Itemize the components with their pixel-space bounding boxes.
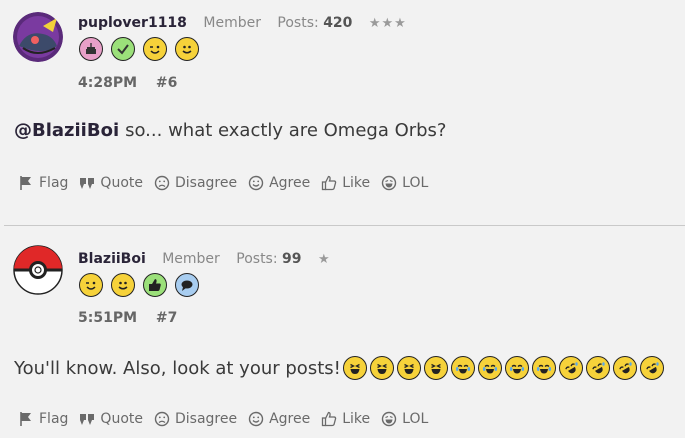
rolling-laugh-emoji-icon (639, 356, 664, 380)
quote-icon (80, 178, 95, 189)
user-role: Member (162, 251, 220, 267)
post-body: You'll know. Also, look at your posts! (14, 356, 664, 380)
quote-action[interactable]: Quote (79, 411, 143, 427)
posts-label: Posts: (277, 15, 319, 31)
agree-action[interactable]: Agree (248, 411, 310, 427)
thumbs-up-icon (322, 175, 337, 191)
disagree-action[interactable]: Disagree (154, 411, 237, 427)
like-action[interactable]: Like (321, 411, 370, 427)
post-count: 99 (282, 251, 302, 267)
flag-label: Flag (39, 411, 69, 427)
like-label: Like (342, 175, 371, 191)
speech-bubble-badge-icon[interactable] (175, 273, 199, 297)
post-actions: Flag Quote Disagree Agree Like LOL (18, 175, 439, 191)
smile-icon (248, 175, 264, 191)
post-stamp: 5:51PM #7 (78, 310, 177, 326)
rank-stars: ★ (317, 252, 331, 267)
quote-label: Quote (100, 175, 143, 191)
squint-laugh-emoji-icon (396, 356, 421, 380)
username[interactable]: BlaziiBoi (78, 251, 146, 267)
birthday-cake-badge-icon[interactable] (79, 37, 103, 61)
avatar[interactable] (13, 245, 63, 295)
flag-icon (20, 412, 31, 426)
rolling-laugh-emoji-icon (612, 356, 637, 380)
laugh-icon (381, 411, 397, 427)
user-meta: BlaziiBoi Member Posts: 99 ★ (78, 251, 331, 267)
tears-of-joy-emoji-icon (450, 356, 475, 380)
flag-action[interactable]: Flag (18, 175, 68, 191)
tears-of-joy-emoji-icon (504, 356, 529, 380)
wink-badge-icon[interactable] (143, 37, 167, 61)
squint-laugh-emoji-icon (369, 356, 394, 380)
pokeball-icon (13, 245, 63, 295)
post-stamp: 4:28PM #6 (78, 75, 177, 91)
smile-badge-icon[interactable] (111, 273, 135, 297)
flag-icon (20, 176, 31, 190)
wink-badge-icon[interactable] (79, 273, 103, 297)
quote-label: Quote (100, 411, 143, 427)
emoji-row (342, 356, 664, 380)
agree-action[interactable]: Agree (248, 175, 310, 191)
post-time[interactable]: 5:51PM (78, 310, 137, 326)
post-number[interactable]: #6 (156, 75, 177, 91)
rolling-laugh-emoji-icon (558, 356, 583, 380)
avatar[interactable] (13, 12, 63, 62)
mention-link[interactable]: @BlaziiBoi (14, 120, 119, 141)
laugh-icon (381, 175, 397, 191)
thumbs-up-badge-icon[interactable] (143, 273, 167, 297)
disagree-label: Disagree (174, 175, 238, 191)
like-action[interactable]: Like (321, 175, 370, 191)
lol-action[interactable]: LOL (381, 411, 428, 427)
squint-laugh-emoji-icon (423, 356, 448, 380)
check-badge-icon[interactable] (111, 37, 135, 61)
badge-row (79, 37, 199, 61)
rank-stars: ★★★ (368, 16, 407, 31)
flag-action[interactable]: Flag (18, 411, 68, 427)
quote-icon (80, 414, 95, 425)
quote-action[interactable]: Quote (79, 175, 143, 191)
smile-icon (248, 411, 264, 427)
frown-icon (154, 175, 170, 191)
user-role: Member (203, 15, 261, 31)
disagree-action[interactable]: Disagree (154, 175, 237, 191)
post-text: so... what exactly are Omega Orbs? (125, 120, 447, 141)
post-number[interactable]: #7 (156, 310, 177, 326)
agree-label: Agree (269, 411, 311, 427)
lol-label: LOL (402, 175, 429, 191)
frown-icon (154, 411, 170, 427)
posts-label: Posts: (236, 251, 278, 267)
post-actions: Flag Quote Disagree Agree Like LOL (18, 411, 439, 427)
tears-of-joy-emoji-icon (477, 356, 502, 380)
thumbs-up-icon (322, 411, 337, 427)
post-time[interactable]: 4:28PM (78, 75, 137, 91)
tears-of-joy-emoji-icon (531, 356, 556, 380)
like-label: Like (342, 411, 371, 427)
user-meta: puplover1118 Member Posts: 420 ★★★ (78, 15, 407, 31)
post-text: You'll know. Also, look at your posts! (14, 357, 341, 379)
post-count: 420 (323, 15, 353, 31)
smile-badge-icon[interactable] (175, 37, 199, 61)
squint-laugh-emoji-icon (342, 356, 367, 380)
disagree-label: Disagree (174, 411, 238, 427)
badge-row (79, 273, 199, 297)
lol-action[interactable]: LOL (381, 175, 428, 191)
lol-label: LOL (402, 411, 429, 427)
agree-label: Agree (269, 175, 311, 191)
post-divider (4, 225, 685, 226)
flag-label: Flag (39, 175, 69, 191)
post-body: @BlaziiBoi so... what exactly are Omega … (14, 120, 447, 141)
rolling-laugh-emoji-icon (585, 356, 610, 380)
username[interactable]: puplover1118 (78, 15, 187, 31)
